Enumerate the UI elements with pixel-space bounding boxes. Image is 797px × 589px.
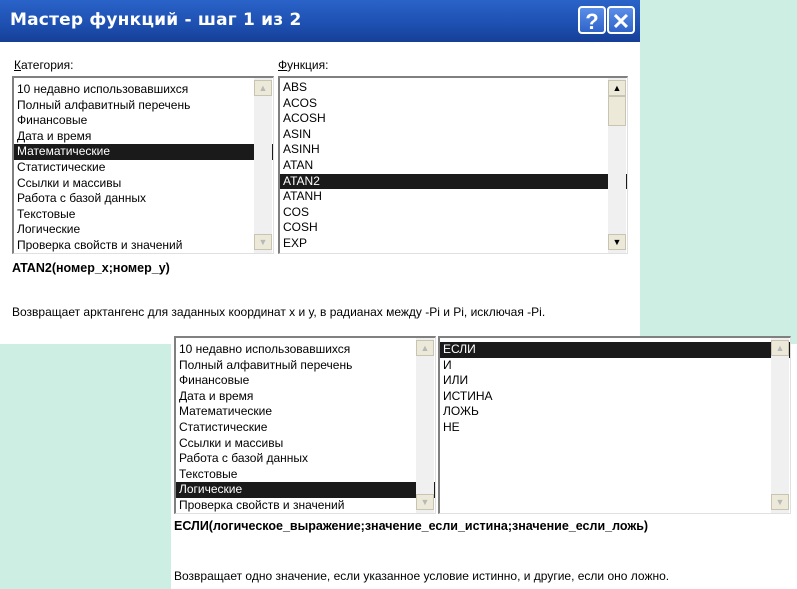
list-item[interactable]: ASINH: [280, 142, 627, 158]
list-item[interactable]: ACOSH: [280, 111, 627, 127]
scroll-thumb[interactable]: [608, 96, 626, 126]
list-item[interactable]: НЕ: [440, 420, 790, 436]
list-item[interactable]: Полный алфавитный перечень: [176, 358, 435, 374]
function-wizard-dialog: Мастер функций - шаг 1 из 2 ? ✕ Категори…: [0, 0, 640, 344]
list-item[interactable]: Финансовые: [14, 113, 273, 129]
list-item[interactable]: 10 недавно использовавшихся: [176, 342, 435, 358]
close-button[interactable]: ✕: [607, 6, 635, 34]
scroll-down-icon[interactable]: ▼: [254, 234, 272, 250]
list-item[interactable]: Статистические: [14, 160, 273, 176]
list-item[interactable]: COS: [280, 205, 627, 221]
title-bar[interactable]: Мастер функций - шаг 1 из 2 ? ✕: [0, 0, 640, 42]
function-description: Возвращает одно значение, если указанное…: [174, 569, 670, 583]
list-item[interactable]: ACOS: [280, 96, 627, 112]
scroll-down-icon[interactable]: ▼: [416, 494, 434, 510]
scroll-up-icon[interactable]: ▲: [608, 80, 626, 96]
scroll-up-icon[interactable]: ▲: [771, 340, 789, 356]
list-item[interactable]: Ссылки и массивы: [176, 436, 435, 452]
scroll-up-icon[interactable]: ▲: [416, 340, 434, 356]
list-item[interactable]: ATAN: [280, 158, 627, 174]
list-item[interactable]: ИСТИНА: [440, 389, 790, 405]
function-wizard-dialog-logical: 10 недавно использовавшихся Полный алфави…: [171, 336, 797, 589]
list-item[interactable]: ИЛИ: [440, 373, 790, 389]
list-item[interactable]: Работа с базой данных: [176, 451, 435, 467]
list-item[interactable]: ATAN2: [280, 173, 627, 190]
function-listbox[interactable]: ЕСЛИ И ИЛИ ИСТИНА ЛОЖЬ НЕ ▲ ▼: [438, 336, 791, 514]
list-item[interactable]: Логические: [14, 222, 273, 238]
list-item[interactable]: Текстовые: [176, 467, 435, 483]
list-item[interactable]: Статистические: [176, 420, 435, 436]
category-listbox[interactable]: 10 недавно использовавшихся Полный алфави…: [12, 76, 274, 254]
list-item[interactable]: Текстовые: [14, 207, 273, 223]
function-label: Функция:: [278, 58, 329, 72]
list-item[interactable]: ЕСЛИ: [440, 342, 790, 358]
list-item[interactable]: Работа с базой данных: [14, 191, 273, 207]
list-item[interactable]: Проверка свойств и значений: [14, 238, 273, 253]
list-item[interactable]: Проверка свойств и значений: [176, 498, 435, 513]
scroll-down-icon[interactable]: ▼: [771, 494, 789, 510]
list-item[interactable]: 10 недавно использовавшихся: [14, 82, 273, 98]
function-scrollbar[interactable]: ▲ ▼: [771, 338, 789, 513]
list-item[interactable]: ЛОЖЬ: [440, 404, 790, 420]
scroll-down-icon[interactable]: ▼: [608, 234, 626, 250]
list-item[interactable]: ASIN: [280, 127, 627, 143]
category-listbox[interactable]: 10 недавно использовавшихся Полный алфави…: [174, 336, 436, 514]
dialog-title: Мастер функций - шаг 1 из 2: [10, 10, 302, 30]
list-item[interactable]: Математические: [14, 144, 273, 160]
category-label: Категория:: [14, 58, 74, 72]
list-item[interactable]: ATANH: [280, 189, 627, 205]
category-scrollbar[interactable]: ▲ ▼: [254, 78, 272, 253]
list-item[interactable]: Дата и время: [14, 129, 273, 145]
list-item[interactable]: Математические: [176, 404, 435, 420]
list-item[interactable]: COSH: [280, 220, 627, 236]
list-item[interactable]: Дата и время: [176, 389, 435, 405]
list-item[interactable]: EXP: [280, 236, 627, 252]
category-scrollbar[interactable]: ▲ ▼: [416, 338, 434, 513]
function-scrollbar[interactable]: ▲ ▼: [608, 78, 626, 253]
function-syntax: ATAN2(номер_х;номер_у): [12, 261, 170, 275]
function-listbox[interactable]: ABS ACOS ACOSH ASIN ASINH ATAN ATAN2 ATANH COS CO…: [278, 76, 628, 254]
list-item[interactable]: Финансовые: [176, 373, 435, 389]
list-item[interactable]: Ссылки и массивы: [14, 176, 273, 192]
function-syntax: ЕСЛИ(логическое_выражение;значение_если_…: [174, 519, 649, 533]
help-button[interactable]: ?: [578, 6, 606, 34]
list-item[interactable]: Полный алфавитный перечень: [14, 98, 273, 114]
list-item[interactable]: И: [440, 358, 790, 374]
list-item[interactable]: ABS: [280, 80, 627, 96]
scroll-up-icon[interactable]: ▲: [254, 80, 272, 96]
list-item[interactable]: Логические: [176, 482, 435, 498]
function-description: Возвращает арктангенс для заданных коорд…: [12, 305, 546, 319]
